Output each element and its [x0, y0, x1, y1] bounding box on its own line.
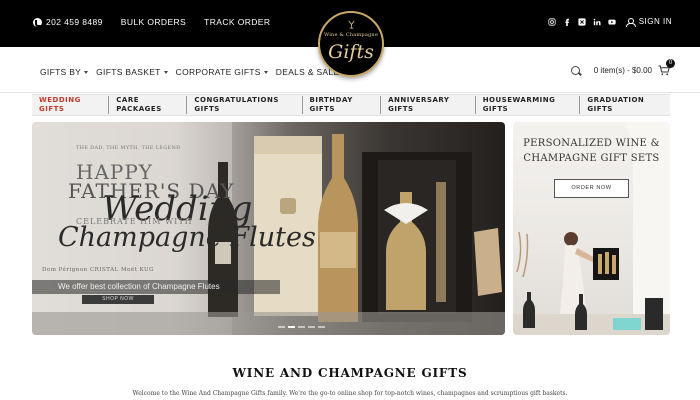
nav-label: GIFTS BY: [40, 67, 82, 77]
phone-icon: [33, 17, 42, 27]
instagram-icon[interactable]: [548, 17, 556, 26]
slider-dot[interactable]: [308, 326, 315, 328]
hero-brands-text: Dom Pérignon CRISTAL Moët KUG: [42, 267, 155, 273]
bulk-orders-link[interactable]: BULK ORDERS: [121, 17, 186, 27]
hero-small-text: THE DAD, THE MYTH, THE LEGEND: [76, 145, 181, 151]
promo-title: PERSONALIZED WINE & CHAMPAGNE GIFT SETS: [513, 136, 670, 166]
cart-button[interactable]: 0: [658, 59, 675, 76]
logo-line1: Wine & Champagne: [324, 32, 378, 38]
cart-summary[interactable]: 0 item(s) - $0.00: [594, 66, 652, 75]
category-graduation-gifts[interactable]: GRADUATION GIFTS: [580, 96, 670, 114]
nav-links: GIFTS BY GIFTS BASKET CORPORATE GIFTS DE…: [40, 67, 347, 77]
section-description: Welcome to the Wine And Champagne Gifts …: [132, 390, 568, 397]
x-icon[interactable]: [578, 17, 586, 26]
nav-corporate-gifts[interactable]: CORPORATE GIFTS: [176, 67, 268, 77]
hero-slider[interactable]: THE DAD, THE MYTH, THE LEGEND HAPPY FATH…: [32, 122, 505, 335]
hero-caption: We offer best collection of Champagne Fl…: [32, 280, 280, 294]
nav-tools: 0 item(s) - $0.00 0: [570, 59, 675, 76]
user-icon: [625, 17, 636, 27]
promo-title-line2: CHAMPAGNE GIFT SETS: [523, 153, 660, 164]
category-birthday-gifts[interactable]: BIRTHDAY GIFTS: [303, 96, 382, 114]
top-bar-right: SIGN IN: [541, 17, 672, 27]
sign-in-label: SIGN IN: [638, 17, 672, 26]
category-congratulations-gifts[interactable]: CONGRATULATIONS GIFTS: [187, 96, 303, 114]
slider-dot[interactable]: [318, 326, 325, 328]
cart-count-badge: 0: [666, 59, 675, 68]
category-wedding-gifts[interactable]: WEDDING GIFTS: [32, 96, 110, 114]
top-bar-left: 202 459 8489 BULK ORDERS TRACK ORDER: [33, 17, 288, 27]
promo-title-line1: PERSONALIZED WINE &: [523, 138, 660, 149]
personalized-gift-sets-banner[interactable]: PERSONALIZED WINE & CHAMPAGNE GIFT SETS …: [513, 122, 670, 335]
section-title: WINE AND CHAMPAGNE GIFTS: [232, 366, 468, 380]
slider-dot-active[interactable]: [288, 326, 295, 328]
chevron-down-icon: [163, 70, 168, 74]
nav-gifts-basket[interactable]: GIFTS BASKET: [96, 67, 168, 77]
track-order-link[interactable]: TRACK ORDER: [204, 17, 270, 27]
category-anniversary-gifts[interactable]: ANNIVERSARY GIFTS: [381, 96, 476, 114]
facebook-icon[interactable]: [563, 18, 571, 26]
phone-number: 202 459 8489: [46, 17, 103, 27]
champagne-glass-icon: [348, 20, 355, 29]
search-icon[interactable]: [570, 66, 580, 75]
youtube-icon[interactable]: [608, 18, 616, 26]
site-logo[interactable]: Wine & Champagne Gifts: [318, 11, 384, 77]
category-housewarming-gifts[interactable]: HOUSEWARMING GIFTS: [476, 96, 581, 114]
nav-label: GIFTS BASKET: [96, 67, 161, 77]
logo-line2: Gifts: [328, 41, 374, 63]
chevron-down-icon: [84, 70, 89, 74]
phone-link[interactable]: 202 459 8489: [33, 17, 103, 27]
category-care-packages[interactable]: CARE PACKAGES: [109, 96, 188, 114]
nav-gifts-by[interactable]: GIFTS BY: [40, 67, 89, 77]
sign-in-link[interactable]: SIGN IN: [625, 17, 672, 27]
nav-label: CORPORATE GIFTS: [175, 67, 261, 77]
slider-dot[interactable]: [298, 326, 305, 328]
order-now-button[interactable]: ORDER NOW: [554, 179, 629, 198]
hero-flutes-title: Champagne Flutes: [58, 222, 316, 253]
category-bar: WEDDING GIFTS CARE PACKAGES CONGRATULATI…: [32, 94, 670, 116]
slider-dot[interactable]: [278, 326, 285, 328]
linkedin-icon[interactable]: [593, 18, 601, 26]
chevron-down-icon: [263, 70, 268, 74]
slider-dots: [278, 326, 328, 328]
hero-shop-now-button[interactable]: SHOP NOW: [82, 295, 154, 304]
